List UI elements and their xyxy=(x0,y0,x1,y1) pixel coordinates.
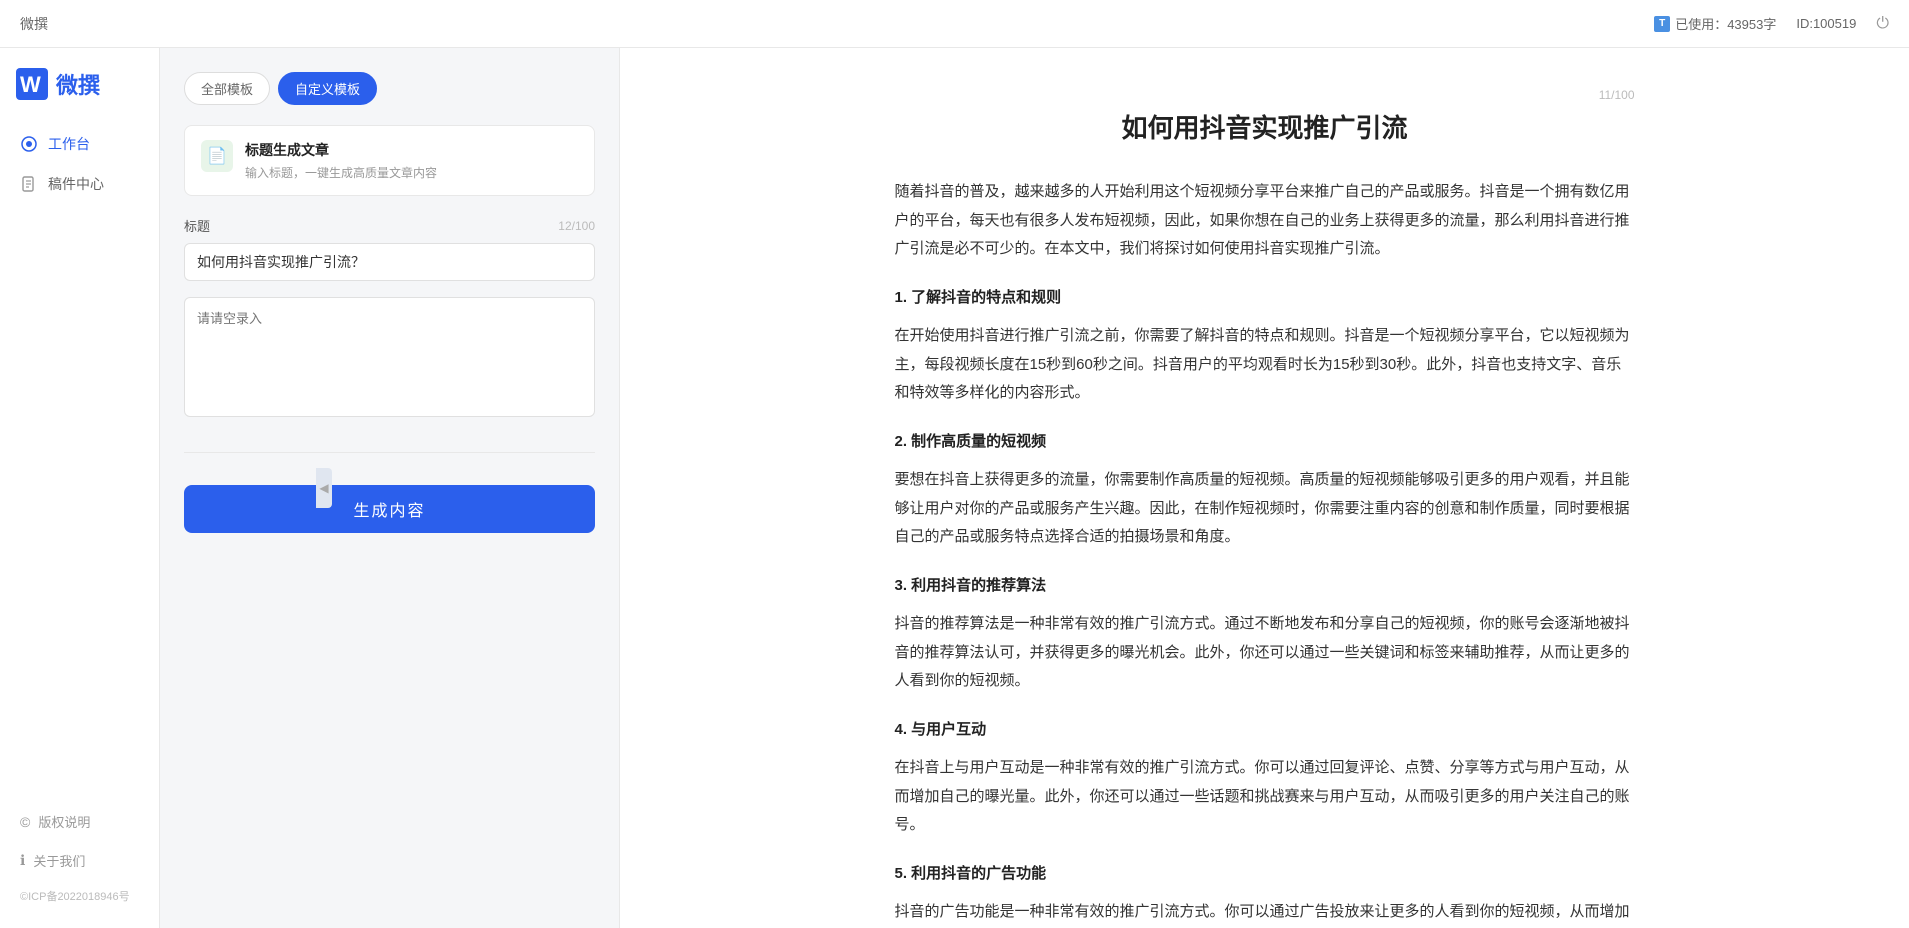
left-panel: 全部模板 自定义模板 📄 标题生成文章 输入标题，一键生成高质量文章内容 标题 … xyxy=(160,48,620,928)
doc-icon: 📄 xyxy=(207,146,227,166)
copyright-icon: © xyxy=(20,814,30,830)
card-desc: 输入标题，一键生成高质量文章内容 xyxy=(245,164,437,181)
generate-btn-wrap: 生成内容 xyxy=(184,469,595,557)
section-heading-5: 3. 利用抖音的推荐算法 xyxy=(895,572,1635,601)
sidebar-nav: 工作台 稿件中心 xyxy=(0,124,159,204)
section-paragraph-6: 抖音的推荐算法是一种非常有效的推广引流方式。通过不断地发布和分享自己的短视频，你… xyxy=(895,610,1635,696)
section-heading-9: 5. 利用抖音的广告功能 xyxy=(895,860,1635,889)
drafts-label: 稿件中心 xyxy=(48,174,104,194)
form-divider xyxy=(184,452,595,453)
template-card-icon: 📄 xyxy=(201,140,233,172)
char-count: 12/100 xyxy=(558,219,595,233)
svg-text:W: W xyxy=(20,72,41,97)
topbar: 微撰 T 已使用：43953字 ID:100519 ⏻ xyxy=(0,0,1909,48)
template-tabs: 全部模板 自定义模板 xyxy=(184,72,595,105)
brand-name: 微撰 xyxy=(56,68,100,100)
section-heading-7: 4. 与用户互动 xyxy=(895,716,1635,745)
section-paragraph-8: 在抖音上与用户互动是一种非常有效的推广引流方式。你可以通过回复评论、点赞、分享等… xyxy=(895,754,1635,840)
power-icon[interactable]: ⏻ xyxy=(1876,15,1889,33)
section-paragraph-0: 随着抖音的普及，越来越多的人开始利用这个短视频分享平台来推广自己的产品或服务。抖… xyxy=(895,178,1635,264)
sidebar-logo: W 微撰 xyxy=(0,68,159,124)
section-heading-3: 2. 制作高质量的短视频 xyxy=(895,428,1635,457)
article-container: 11/100 如何用抖音实现推广引流 随着抖音的普及，越来越多的人开始利用这个短… xyxy=(835,48,1695,928)
copyright-item[interactable]: © 版权说明 xyxy=(16,806,143,837)
title-input[interactable] xyxy=(184,243,595,281)
form-content-section xyxy=(184,297,595,420)
form-title-label: 标题 12/100 xyxy=(184,216,595,235)
usage-label: 已使用：43953字 xyxy=(1675,14,1776,33)
topbar-right: T 已使用：43953字 ID:100519 ⏻ xyxy=(1654,14,1889,33)
article-title: 如何用抖音实现推广引流 xyxy=(895,110,1635,146)
sidebar-bottom: © 版权说明 ℹ 关于我们 ©ICP备2022018946号 xyxy=(0,806,159,908)
logo-w-icon: W xyxy=(16,68,48,100)
section-paragraph-2: 在开始使用抖音进行推广引流之前，你需要了解抖音的特点和规则。抖音是一个短视频分享… xyxy=(895,322,1635,408)
sidebar: W 微撰 工作台 xyxy=(0,48,160,928)
main-layout: W 微撰 工作台 xyxy=(0,48,1909,928)
generate-btn[interactable]: 生成内容 xyxy=(184,485,595,533)
card-title: 标题生成文章 xyxy=(245,140,437,160)
icp-text: ©ICP备2022018946号 xyxy=(16,884,143,908)
page-counter: 11/100 xyxy=(895,88,1635,102)
right-panel: 11/100 如何用抖音实现推广引流 随着抖音的普及，越来越多的人开始利用这个短… xyxy=(620,48,1909,928)
tab-all[interactable]: 全部模板 xyxy=(184,72,270,105)
topbar-title: 微撰 xyxy=(20,14,48,34)
sidebar-item-drafts[interactable]: 稿件中心 xyxy=(0,164,159,204)
template-card-info: 标题生成文章 输入标题，一键生成高质量文章内容 xyxy=(245,140,437,181)
usage-icon: T xyxy=(1654,16,1670,32)
tab-custom[interactable]: 自定义模板 xyxy=(278,72,377,105)
section-paragraph-4: 要想在抖音上获得更多的流量，你需要制作高质量的短视频。高质量的短视频能够吸引更多… xyxy=(895,466,1635,552)
file-icon xyxy=(20,175,38,193)
sidebar-toggle[interactable]: ◀ xyxy=(316,468,332,508)
info-icon: ℹ xyxy=(20,852,25,869)
id-label: ID:100519 xyxy=(1796,16,1856,31)
about-item[interactable]: ℹ 关于我们 xyxy=(16,845,143,876)
sidebar-item-workbench[interactable]: 工作台 xyxy=(0,124,159,164)
workbench-label: 工作台 xyxy=(48,134,90,154)
template-card[interactable]: 📄 标题生成文章 输入标题，一键生成高质量文章内容 xyxy=(184,125,595,196)
usage-info: T 已使用：43953字 xyxy=(1654,14,1776,33)
grid-icon xyxy=(20,135,38,153)
content-area: 全部模板 自定义模板 📄 标题生成文章 输入标题，一键生成高质量文章内容 标题 … xyxy=(160,48,1909,928)
section-heading-1: 1. 了解抖音的特点和规则 xyxy=(895,284,1635,313)
content-textarea[interactable] xyxy=(184,297,595,417)
article-body: 随着抖音的普及，越来越多的人开始利用这个短视频分享平台来推广自己的产品或服务。抖… xyxy=(895,178,1635,928)
section-paragraph-10: 抖音的广告功能是一种非常有效的推广引流方式。你可以通过广告投放来让更多的人看到你… xyxy=(895,898,1635,928)
form-title-section: 标题 12/100 xyxy=(184,216,595,281)
